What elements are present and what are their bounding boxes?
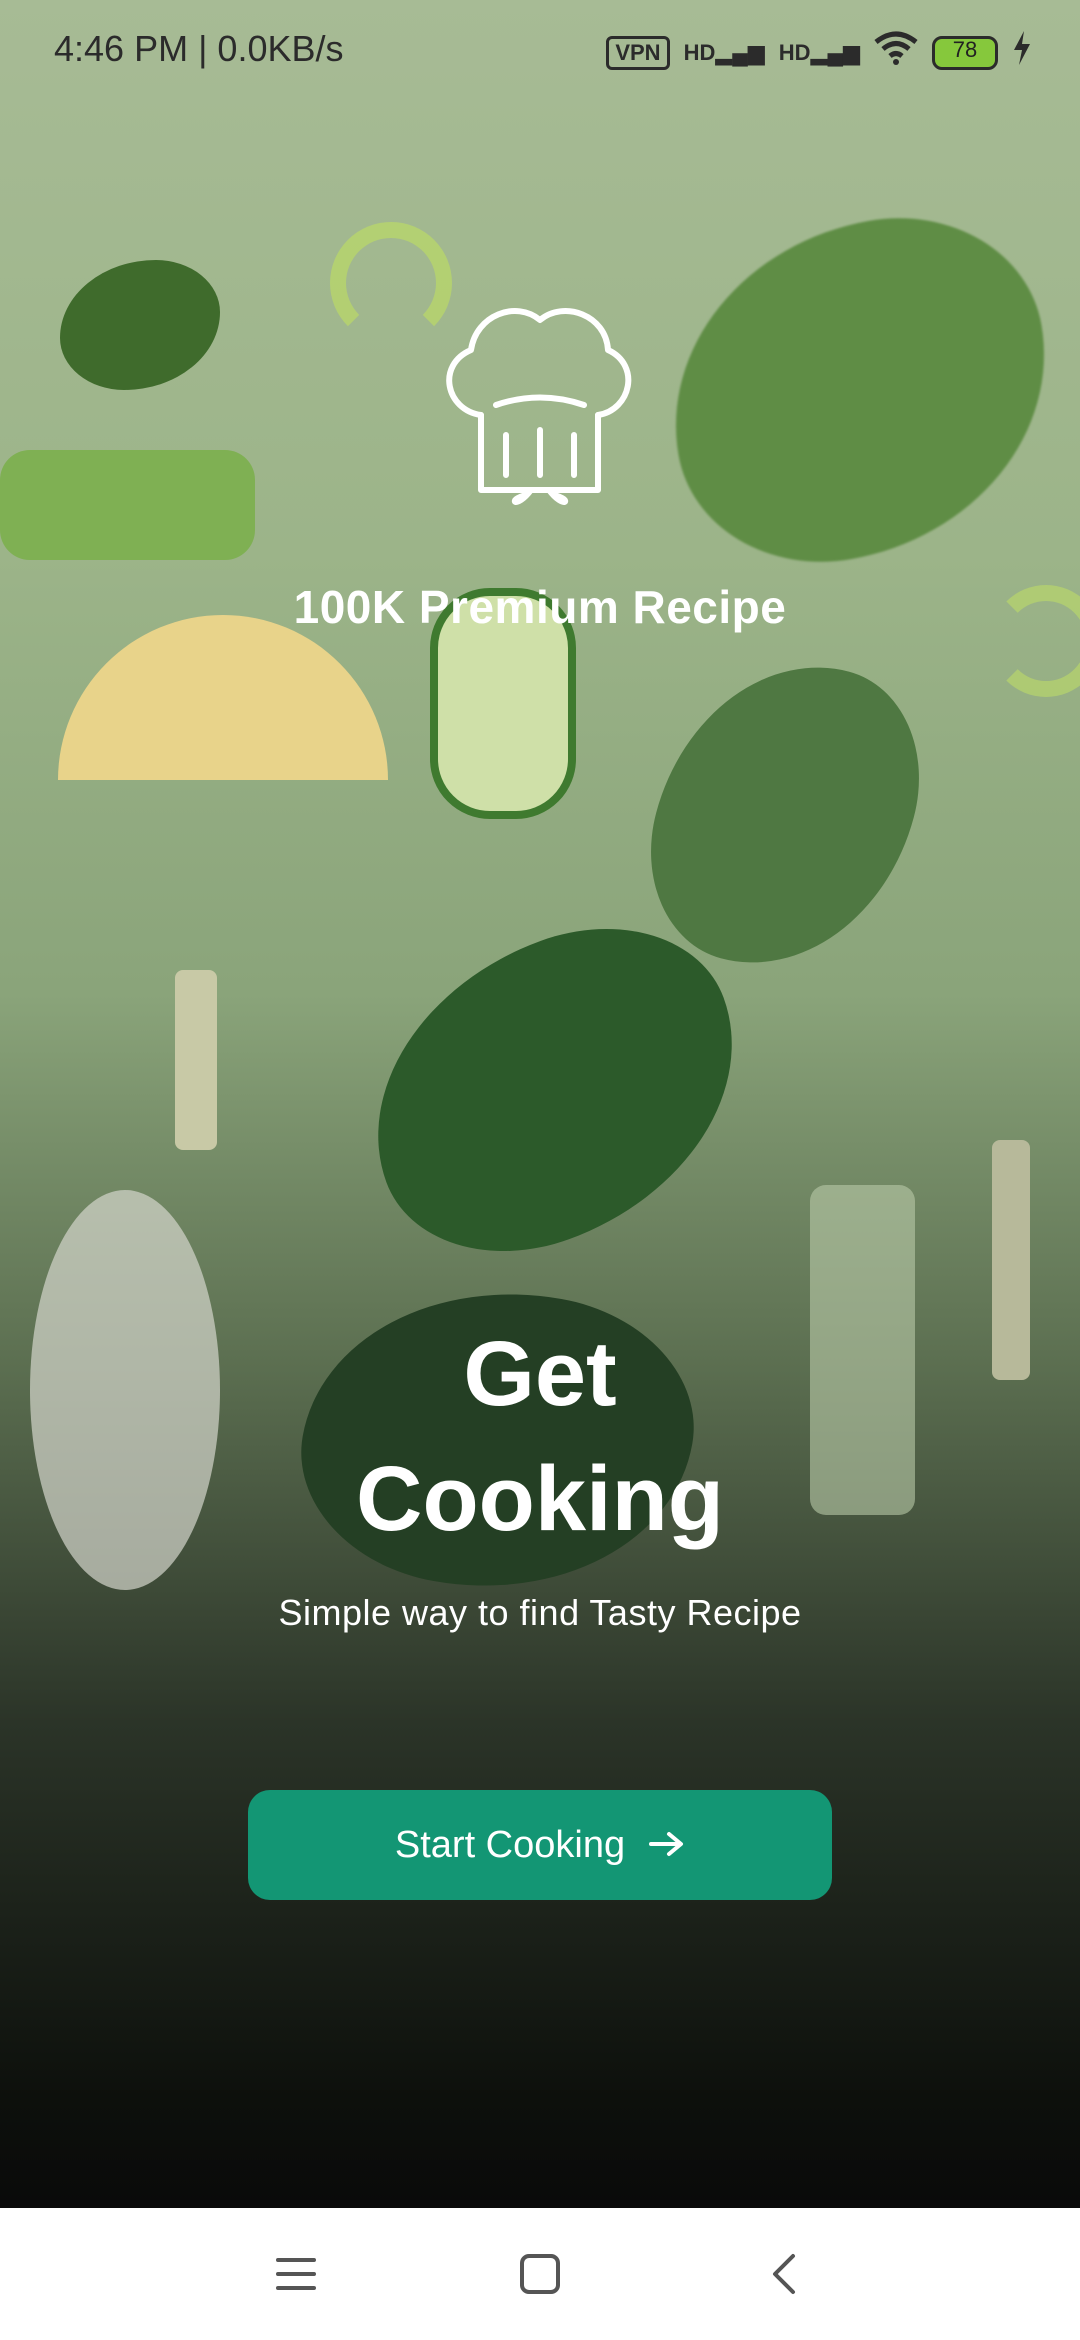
- signal-icon: HD▂▄▆: [778, 39, 860, 65]
- page-subtitle: Simple way to find Tasty Recipe: [278, 1592, 802, 1633]
- page-title-line2: Cooking: [356, 1448, 724, 1550]
- arrow-right-icon: [649, 1824, 685, 1867]
- lettuce-decoration: [0, 450, 255, 560]
- signal-label: HD: [683, 39, 716, 65]
- celery-arc-decoration: [330, 222, 452, 344]
- signal-label: HD: [778, 39, 811, 65]
- chef-hat-icon: [436, 295, 644, 520]
- spinach-leaf-decoration: [281, 1258, 714, 1622]
- status-time: 4:46 PM | 0.0KB/s: [54, 28, 344, 69]
- status-icons: VPN HD▂▄▆ HD▂▄▆ 78: [606, 30, 1032, 75]
- home-square-icon[interactable]: [510, 2244, 570, 2304]
- parsley-decoration: [60, 260, 220, 390]
- vpn-icon: VPN: [606, 35, 670, 70]
- signal-icon: HD▂▄▆: [683, 39, 765, 65]
- premium-badge-text: 100K Premium Recipe: [293, 581, 787, 633]
- menu-icon[interactable]: [266, 2244, 326, 2304]
- lemon-slice-decoration: [58, 615, 388, 780]
- kale-leaf-decoration: [644, 194, 1076, 586]
- page-title-line1: Get: [463, 1323, 617, 1425]
- battery-level: 78: [952, 36, 978, 62]
- spinach-leaf-decoration: [326, 888, 784, 1292]
- kale-leaf-decoration: [624, 632, 946, 998]
- system-nav-bar: [0, 2208, 1080, 2340]
- back-chevron-icon[interactable]: [754, 2244, 814, 2304]
- start-cooking-label: Start Cooking: [394, 1823, 626, 1866]
- splash-screen: 4:46 PM | 0.0KB/s VPN HD▂▄▆ HD▂▄▆ 78 100…: [0, 0, 1080, 2208]
- battery-icon: 78: [932, 35, 998, 70]
- celery-decoration: [175, 970, 217, 1150]
- charging-icon: [1012, 31, 1032, 74]
- wifi-icon: [874, 30, 918, 75]
- status-bar: 4:46 PM | 0.0KB/s VPN HD▂▄▆ HD▂▄▆ 78: [0, 0, 1080, 100]
- start-cooking-button[interactable]: Start Cooking: [248, 1790, 832, 1900]
